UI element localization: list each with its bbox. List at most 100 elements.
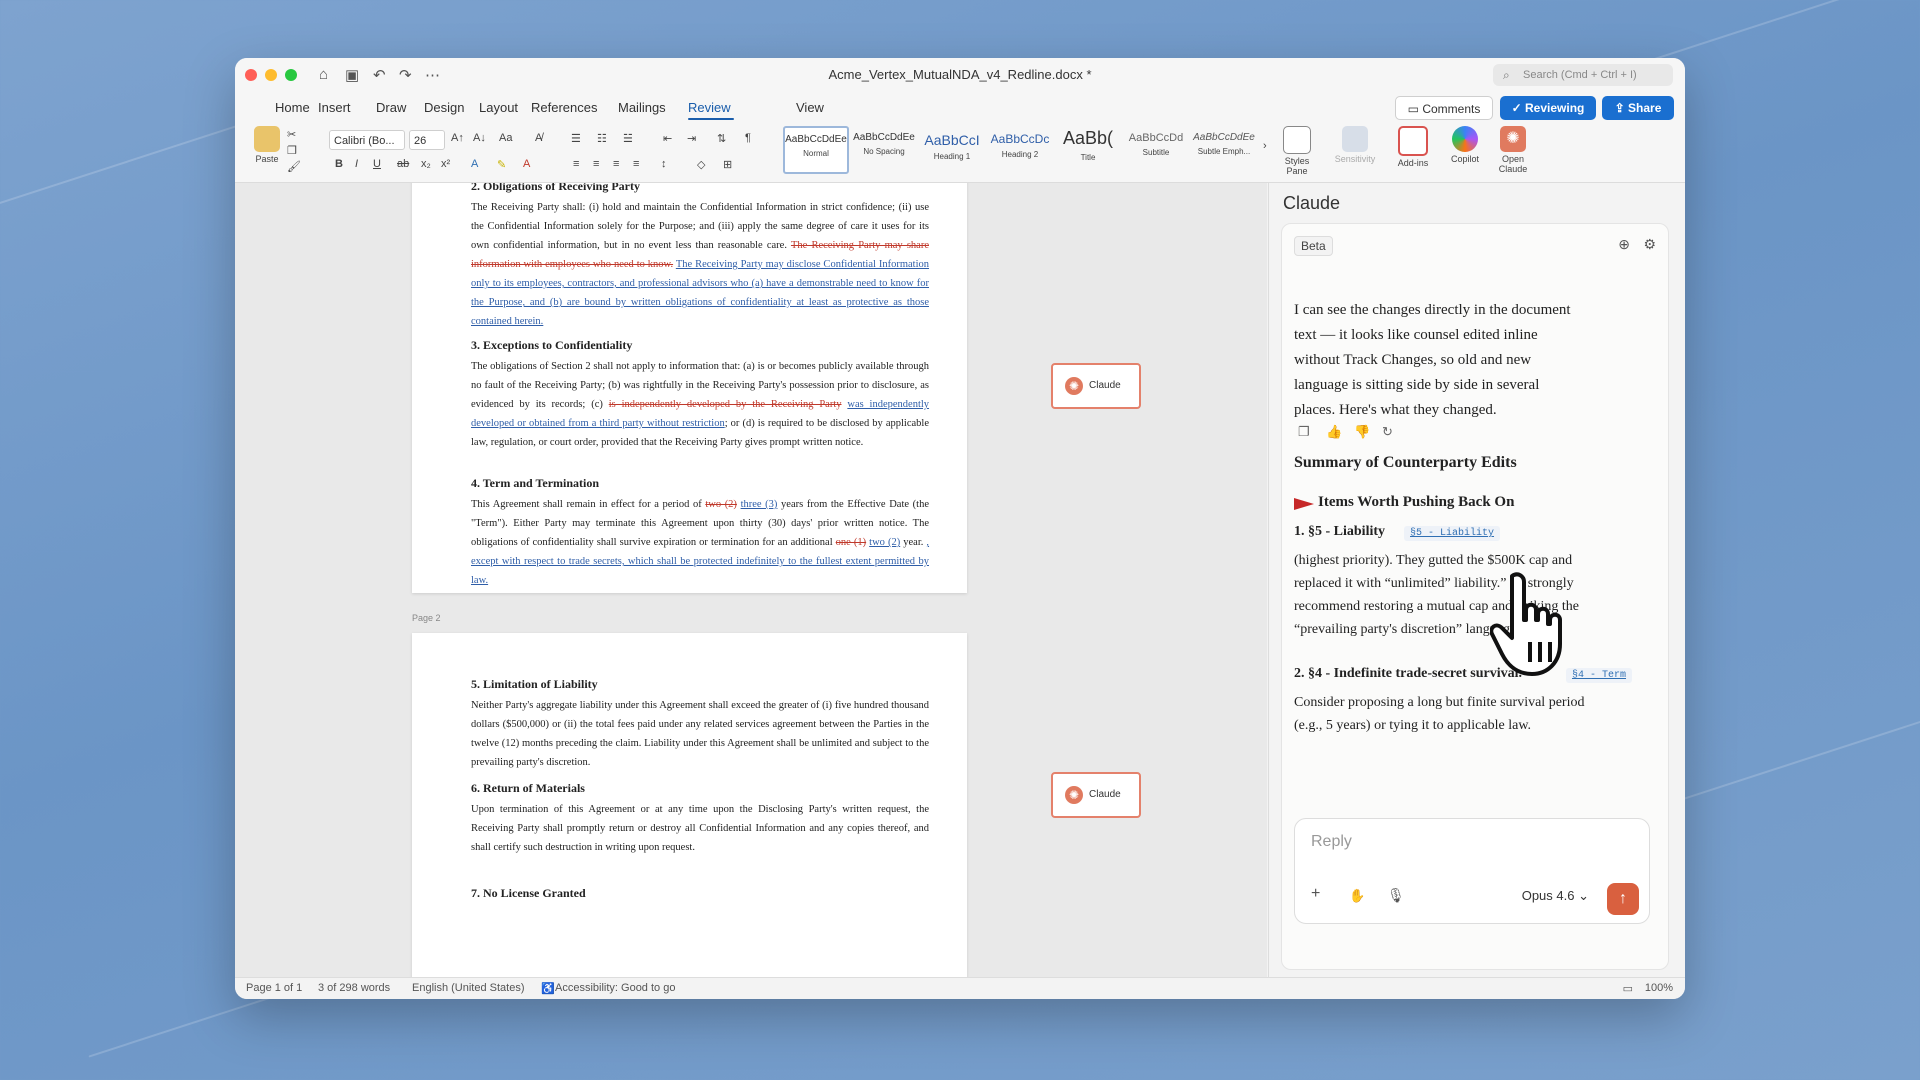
microphone-icon[interactable]: 🎙	[1387, 887, 1405, 904]
bold-icon[interactable]: B	[335, 158, 343, 170]
style-label: Title	[1080, 153, 1096, 162]
addins-button[interactable]: Add-ins	[1387, 126, 1439, 168]
open-claude-button[interactable]: ✺ Open Claude	[1487, 126, 1539, 174]
style-no-spacing[interactable]: AaBbCcDdEe No Spacing	[851, 126, 917, 174]
addins-label: Add-ins	[1397, 158, 1429, 168]
language[interactable]: English (United States)	[412, 982, 525, 994]
font-color-icon[interactable]: A	[523, 158, 530, 170]
format-painter-icon[interactable]: 🖌	[287, 160, 301, 173]
comments-label: Comments	[1422, 102, 1481, 116]
font-size-select[interactable]: 26	[409, 130, 445, 150]
section-heading: 6. Return of Materials	[471, 781, 585, 795]
copy-icon[interactable]: ❐	[287, 144, 297, 157]
style-normal[interactable]: AaBbCcDdEe Normal	[783, 126, 849, 174]
send-button[interactable]: ↑	[1607, 883, 1639, 915]
multilevel-list-icon[interactable]: ☱	[623, 132, 633, 145]
tab-references[interactable]: References	[531, 100, 597, 115]
font-name-select[interactable]: Calibri (Bo...	[329, 130, 405, 150]
line-spacing-icon[interactable]: ↕	[661, 158, 667, 170]
settings-icon[interactable]: ⚙	[1643, 236, 1656, 253]
add-icon[interactable]: +	[1311, 885, 1320, 903]
retry-icon[interactable]: ↻	[1382, 424, 1393, 440]
chip-label: Claude	[1089, 789, 1121, 800]
shrink-font-icon[interactable]: A↓	[473, 132, 486, 144]
strikethrough-icon[interactable]: ab	[397, 158, 409, 170]
page-count[interactable]: Page 1 of 1	[246, 982, 302, 994]
style-subtle-emphasis[interactable]: AaBbCcDdEe Subtle Emph...	[1191, 126, 1257, 174]
sort-icon[interactable]: ⇅	[717, 132, 726, 145]
tab-mailings[interactable]: Mailings	[618, 100, 666, 115]
claude-comment-chip[interactable]: ✺ Claude	[1051, 363, 1141, 409]
tab-home[interactable]: Home	[275, 100, 310, 115]
italic-icon[interactable]: I	[355, 158, 358, 170]
word-count[interactable]: 3 of 298 words	[318, 982, 390, 994]
highlight-icon[interactable]: ✎	[497, 158, 506, 171]
item-1-title: 1. §5 - Liability	[1294, 524, 1386, 539]
reviewing-label: Reviewing	[1525, 101, 1585, 115]
section-2: 2. Obligations of Receiving Party The Re…	[471, 183, 929, 331]
comments-button[interactable]: ▭ Comments	[1395, 96, 1493, 120]
styles-more-icon[interactable]: ›	[1263, 140, 1267, 152]
align-center-icon[interactable]: ≡	[593, 158, 599, 170]
numbering-icon[interactable]: ☷	[597, 132, 607, 145]
page-label: Page 2	[412, 613, 441, 623]
show-marks-icon[interactable]: ¶	[745, 132, 751, 144]
document-canvas[interactable]: 2. Obligations of Receiving Party The Re…	[235, 183, 1267, 978]
item-1-link[interactable]: §5 - Liability	[1404, 526, 1501, 541]
copy-icon[interactable]: ❐	[1298, 424, 1310, 440]
cut-icon[interactable]: ✂	[287, 128, 296, 141]
tab-design[interactable]: Design	[424, 100, 464, 115]
style-subtitle[interactable]: AaBbCcDd Subtitle	[1123, 126, 1189, 174]
subscript-icon[interactable]: x₂	[421, 158, 431, 170]
search-box[interactable]: ⌕ Search (Cmd + Ctrl + I)	[1493, 64, 1673, 86]
thumbs-down-icon[interactable]: 👎	[1354, 424, 1370, 440]
copilot-button[interactable]: Copilot	[1439, 126, 1491, 164]
claude-icon: ✺	[1500, 126, 1526, 152]
model-selector[interactable]: Opus 4.6 ⌄	[1522, 888, 1589, 904]
borders-icon[interactable]: ⊞	[723, 158, 732, 171]
underline-icon[interactable]: U	[373, 158, 381, 170]
align-left-icon[interactable]: ≡	[573, 158, 579, 170]
style-heading-1[interactable]: AaBbCcI Heading 1	[919, 126, 985, 174]
hand-icon[interactable]: ✋	[1349, 888, 1365, 904]
accessibility-status[interactable]: Accessibility: Good to go	[555, 982, 675, 994]
shading-icon[interactable]: ◇	[697, 158, 705, 171]
tab-draw[interactable]: Draw	[376, 100, 406, 115]
paste-button[interactable]: Paste	[241, 126, 293, 164]
increase-indent-icon[interactable]: ⇥	[687, 132, 696, 145]
claude-comment-chip[interactable]: ✺ Claude	[1051, 772, 1141, 818]
align-right-icon[interactable]: ≡	[613, 158, 619, 170]
reviewing-button[interactable]: ✓ Reviewing	[1500, 96, 1596, 120]
decrease-indent-icon[interactable]: ⇤	[663, 132, 672, 145]
style-heading-2[interactable]: AaBbCcDc Heading 2	[987, 126, 1053, 174]
tab-view[interactable]: View	[796, 100, 824, 115]
thumbs-up-icon[interactable]: 👍	[1326, 424, 1342, 440]
style-label: Subtle Emph...	[1197, 147, 1251, 156]
tab-review[interactable]: Review	[688, 100, 731, 115]
new-chat-icon[interactable]: ⊕	[1618, 236, 1630, 253]
styles-pane-button[interactable]: Styles Pane	[1275, 126, 1319, 176]
sensitivity-button[interactable]: Sensitivity	[1329, 126, 1381, 164]
view-icon[interactable]: ▭	[1623, 982, 1633, 995]
text-effects-icon[interactable]: A	[471, 158, 478, 170]
tab-layout[interactable]: Layout	[479, 100, 518, 115]
tab-insert[interactable]: Insert	[318, 100, 351, 115]
style-label: Heading 2	[1001, 150, 1039, 159]
change-case-button[interactable]: Aa	[499, 132, 512, 144]
styles-pane-label: Styles Pane	[1284, 156, 1310, 176]
bullets-icon[interactable]: ☰	[571, 132, 581, 145]
grow-font-icon[interactable]: A↑	[451, 132, 464, 144]
reply-input[interactable]: Reply	[1311, 833, 1352, 851]
zoom-level[interactable]: 100%	[1645, 982, 1673, 994]
style-sample: AaBbCcI	[924, 132, 980, 148]
style-label: Normal	[803, 149, 829, 158]
style-sample: AaBb(	[1062, 128, 1114, 148]
clear-formatting-icon[interactable]: A̸	[535, 132, 542, 144]
share-button[interactable]: ⇪ Share	[1602, 96, 1674, 120]
style-title[interactable]: AaBb( Title	[1055, 126, 1121, 174]
deleted-text: two (2)	[705, 499, 737, 510]
justify-icon[interactable]: ≡	[633, 158, 639, 170]
ribbon: Paste ✂ ❐ 🖌 Calibri (Bo... 26 A↑ A↓ Aa A…	[235, 122, 1685, 183]
reply-box[interactable]: Reply + ✋ 🎙 Opus 4.6 ⌄ ↑	[1294, 818, 1650, 924]
superscript-icon[interactable]: x²	[441, 158, 450, 170]
